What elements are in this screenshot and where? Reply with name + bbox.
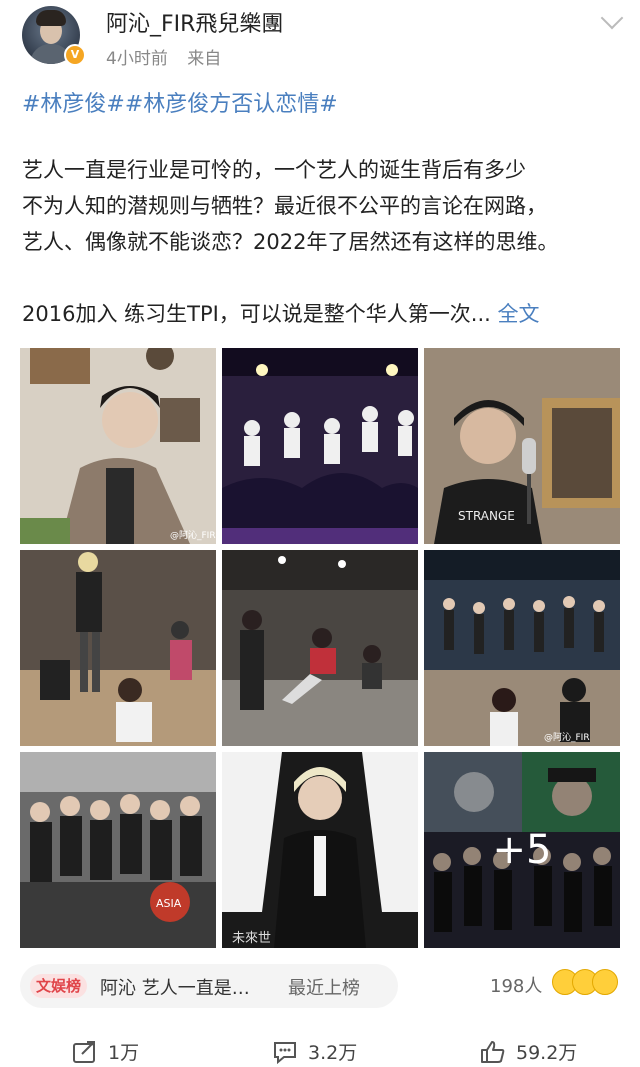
like-count: 59.2万 [516,1042,578,1064]
verified-badge-icon: V [64,44,86,66]
comment-count: 3.2万 [308,1042,358,1064]
photo-portrait-icon: @阿沁_FIR [20,348,216,544]
post-time: 4小时前 [106,49,168,69]
repost-count: 1万 [108,1042,140,1064]
reaction-count[interactable]: 198人 [490,972,542,998]
gallery-photo-6[interactable]: @阿沁_FIR [424,550,620,746]
watermark-text: @阿沁_FIR [544,732,590,743]
photo-red-carpet-icon: 未來世 [222,752,418,948]
photo-dance-icon: @阿沁_FIR [424,550,620,746]
photo-practice-icon [222,550,418,746]
chevron-down-icon[interactable] [600,6,624,30]
more-photos-count[interactable]: +5 [424,752,620,948]
post-line-truncated: 2016加入 练习生TPI，可以说是整个华人第一次... [22,302,491,326]
hashtags[interactable]: #林彦俊##林彦俊方否认恋情# [22,86,338,118]
post-header: V 阿沁_FIR飛兒樂團 4小时前 来自 [0,0,640,84]
post-line: 艺人、偶像就不能谈恋？2022年了居然还有这样的思维。 [22,230,559,254]
thumbs-up-icon [481,1040,505,1063]
surprise-emoji-icon [592,969,618,995]
gallery-photo-9[interactable]: +5 [424,752,620,948]
photo-stage-icon [222,348,418,544]
post-line: 不为人知的潜规则与牺牲？最近很不公平的言论在网路， [22,194,547,218]
post-meta: 4小时前 来自 [106,44,235,69]
gallery-photo-7[interactable]: ASIA [20,752,216,948]
post-text: 艺人一直是行业是可怜的，一个艺人的诞生背后有多少 不为人知的潜规则与牺牲？最近很… [22,152,622,332]
read-more-link[interactable]: 全文 [498,302,540,326]
gallery-photo-8[interactable]: 未來世 [222,752,418,948]
svg-text:ASIA: ASIA [156,897,182,910]
trend-text: 阿沁 艺人一直是… [100,978,250,999]
gallery-photo-5[interactable] [222,550,418,746]
svg-text:未來世: 未來世 [232,931,271,946]
photo-gallery: @阿沁_FIR STRANGE @阿沁_FIR ASIA 未來世 +5 [20,348,620,948]
username[interactable]: 阿沁_FIR飛兒樂團 [106,6,283,38]
trend-badge: 文娱榜 [30,974,88,998]
comment-icon [274,1041,296,1064]
svg-text:STRANGE: STRANGE [458,509,515,523]
trend-status: 最近上榜 [288,978,360,999]
gallery-photo-1[interactable]: @阿沁_FIR [20,348,216,544]
post-line: 艺人一直是行业是可怜的，一个艺人的诞生背后有多少 [22,158,526,182]
gallery-photo-2[interactable] [222,348,418,544]
post-source: 来自 [187,49,222,69]
trend-bar[interactable]: 文娱榜 阿沁 艺人一直是… 最近上榜 [20,964,398,1008]
photo-studio-icon: STRANGE [424,348,620,544]
photo-rehearsal-icon [20,550,216,746]
post-line-last: 2016加入 练习生TPI，可以说是整个华人第一次... 全文 [22,296,622,332]
gallery-photo-3[interactable]: STRANGE [424,348,620,544]
watermark-text: @阿沁_FIR [170,530,216,541]
like-button[interactable]: 59.2万 [480,1038,577,1065]
action-bar: 1万 3.2万 59.2万 [0,1030,640,1067]
photo-press-icon: ASIA [20,752,216,948]
comment-button[interactable]: 3.2万 [272,1038,357,1065]
gallery-photo-4[interactable] [20,550,216,746]
repost-button[interactable]: 1万 [72,1038,139,1065]
repost-icon [73,1040,95,1063]
